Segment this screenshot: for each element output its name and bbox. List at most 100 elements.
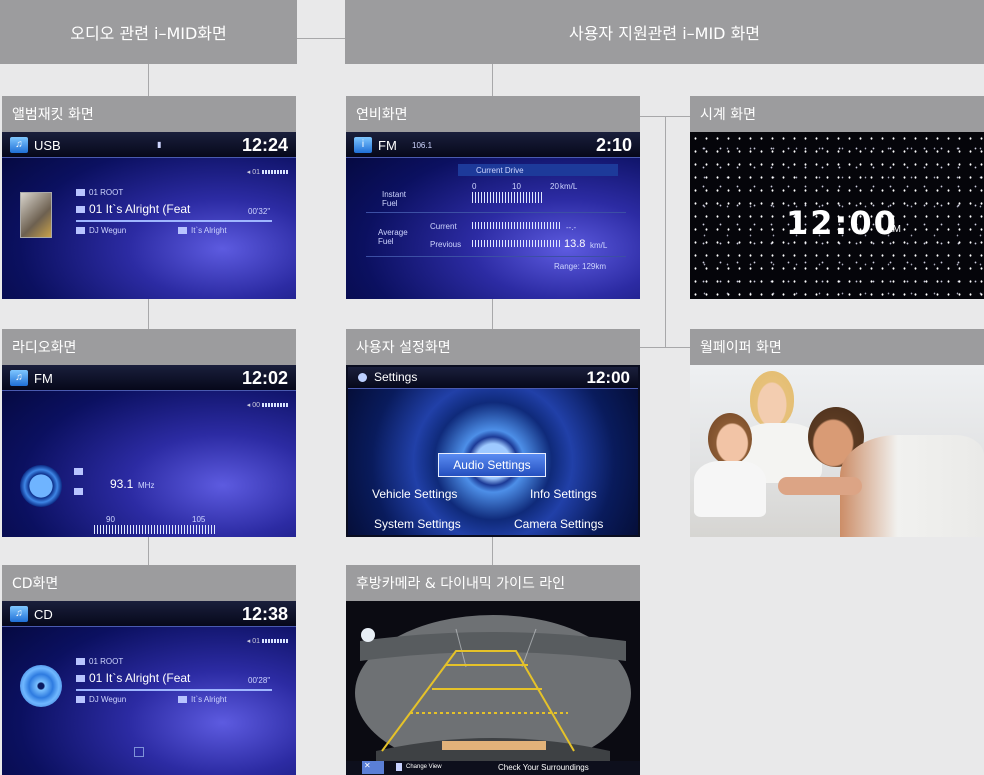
volume-indicator: ◂ 01 (247, 168, 288, 176)
source-label: CD (34, 607, 53, 622)
source-label: FM (378, 138, 397, 153)
music-note-icon: ♫ (10, 370, 28, 386)
arm-wrestle-hands (778, 477, 862, 495)
panel-title: 라디오화면 (2, 329, 296, 365)
scale-min: 0 (472, 182, 477, 191)
album-icon (178, 696, 187, 704)
range-label: Range: 129km (554, 262, 607, 271)
connector-top (297, 38, 345, 39)
radio-screen: ♫ FM 12:02 ◂ 00 93.1 MHz 90 105 (2, 365, 296, 537)
connector-album-radio (148, 299, 149, 329)
previous-value: 13.8 (564, 238, 586, 250)
camera-panel: 후방카메라 & 다이내믹 가이드 라인 ✕ Change View Check … (346, 565, 640, 775)
source-label: USB (34, 138, 61, 153)
preset-icon (74, 463, 87, 481)
settings-screen: Settings 12:00 Audio Settings Vehicle Se… (346, 365, 640, 537)
previous-unit: km/L (590, 241, 608, 250)
settings-icon (358, 373, 367, 382)
settings-panel: 사용자 설정화면 Settings 12:00 Audio Settings V… (346, 329, 640, 537)
info-settings-button[interactable]: Info Settings (530, 487, 597, 501)
album-screen: ♫ USB ▮ 12:24 ◂ 01 01 ROOT 01 It`s Alrigh… (2, 132, 296, 299)
settings-header-label: Settings (374, 370, 418, 384)
music-note-icon: ♫ (10, 606, 28, 622)
clock-display: 12:38 (241, 604, 288, 624)
track-icon (76, 675, 85, 683)
cd-screen: ♫ CD 12:38 ◂ 01 01 ROOT 01 It`s Alright (… (2, 601, 296, 775)
user-support-category-header: 사용자 지원관련 i–MID 화면 (345, 0, 984, 64)
album-row: It`s Alright (178, 695, 227, 704)
folder-row: 01 ROOT (76, 188, 123, 197)
connector-user (492, 64, 493, 96)
previous-bar (472, 240, 560, 247)
track-row: 01 It`s Alright (Feat (76, 671, 190, 685)
track-icon (76, 206, 85, 214)
connector-fuel-settings (492, 299, 493, 329)
clock-panel: 시계 화면 12:00 AM (690, 96, 984, 299)
folder-icon (76, 658, 85, 666)
screen-header: i FM 106.1 2:10 (346, 132, 640, 158)
station-icon (74, 483, 87, 501)
fm-radio-icon (20, 465, 62, 507)
artist-icon (76, 227, 85, 235)
average-label: Average Fuel (378, 228, 408, 246)
ampm-label: AM (886, 224, 901, 235)
current-value: --.- (566, 223, 577, 232)
volume-indicator: ◂ 00 (247, 401, 288, 409)
fuel-panel: 연비화면 i FM 106.1 2:10 Current Drive 0 10 … (346, 96, 640, 299)
track-row: 01 It`s Alright (Feat (76, 202, 190, 216)
music-note-icon: ♫ (10, 137, 28, 153)
audio-settings-button[interactable]: Audio Settings (438, 453, 546, 477)
freq-label: 106.1 (412, 141, 433, 150)
tuner-scale-end: 105 (192, 515, 206, 524)
source-label: FM (34, 371, 53, 386)
cd-panel: CD화면 ♫ CD 12:38 ◂ 01 01 ROOT 01 It`s Alri… (2, 565, 296, 775)
scale-max: 20 (550, 182, 559, 191)
screen-header: ♫ FM 12:02 (2, 365, 296, 391)
scale-unit: km/L (560, 182, 578, 191)
cd-disc-icon (20, 665, 62, 707)
divider (366, 256, 626, 257)
time-display: 12:00 (786, 204, 898, 242)
connector-audio (148, 64, 149, 96)
album-cover-art (20, 192, 52, 238)
instant-label: Instant Fuel (382, 190, 407, 208)
divider (366, 212, 626, 213)
progress-underline (76, 689, 272, 691)
panel-title: 연비화면 (346, 96, 640, 132)
tuner-scale (94, 525, 216, 534)
connector-radio-cd (148, 537, 149, 565)
fuel-screen: i FM 106.1 2:10 Current Drive 0 10 20 km… (346, 132, 640, 299)
elapsed-time: 00'32" (248, 207, 271, 216)
child-figure (708, 413, 752, 465)
tuner-scale-start: 90 (106, 515, 115, 524)
clock-display: 12:02 (241, 368, 288, 388)
artist-row: DJ Wegun (76, 695, 126, 704)
camera-view-icon[interactable]: ✕ (364, 761, 371, 770)
panel-title: CD화면 (2, 565, 296, 601)
mother-figure (750, 371, 794, 427)
screen-header: Settings 12:00 (348, 367, 638, 389)
elapsed-time: 00'28" (248, 676, 271, 685)
audio-category-header: 오디오 관련 i–MID화면 (0, 0, 297, 64)
progress-underline (76, 220, 272, 222)
info-icon: i (354, 137, 372, 153)
album-row: It`s Alright (178, 226, 227, 235)
scale-mid: 10 (512, 182, 521, 191)
system-settings-button[interactable]: System Settings (374, 517, 461, 531)
previous-label: Previous (430, 240, 462, 249)
panel-title: 후방카메라 & 다이내믹 가이드 라인 (346, 565, 640, 601)
usb-icon: ▮ (157, 140, 162, 149)
album-icon (178, 227, 187, 235)
change-view-label[interactable]: Change View (406, 764, 442, 770)
vehicle-settings-button[interactable]: Vehicle Settings (372, 487, 457, 501)
panel-title: 시계 화면 (690, 96, 984, 132)
camera-screen: ✕ Change View Check Your Surroundings (346, 601, 640, 775)
current-bar (472, 222, 560, 229)
clock-display: 2:10 (595, 135, 632, 155)
clock-screen: 12:00 AM (690, 132, 984, 299)
screen-header: ♫ CD 12:38 (2, 601, 296, 627)
panel-title: 월페이퍼 화면 (690, 329, 984, 365)
radio-panel: 라디오화면 ♫ FM 12:02 ◂ 00 93.1 MHz 90 105 (2, 329, 296, 537)
camera-settings-button[interactable]: Camera Settings (514, 517, 603, 531)
child-body (694, 461, 766, 517)
